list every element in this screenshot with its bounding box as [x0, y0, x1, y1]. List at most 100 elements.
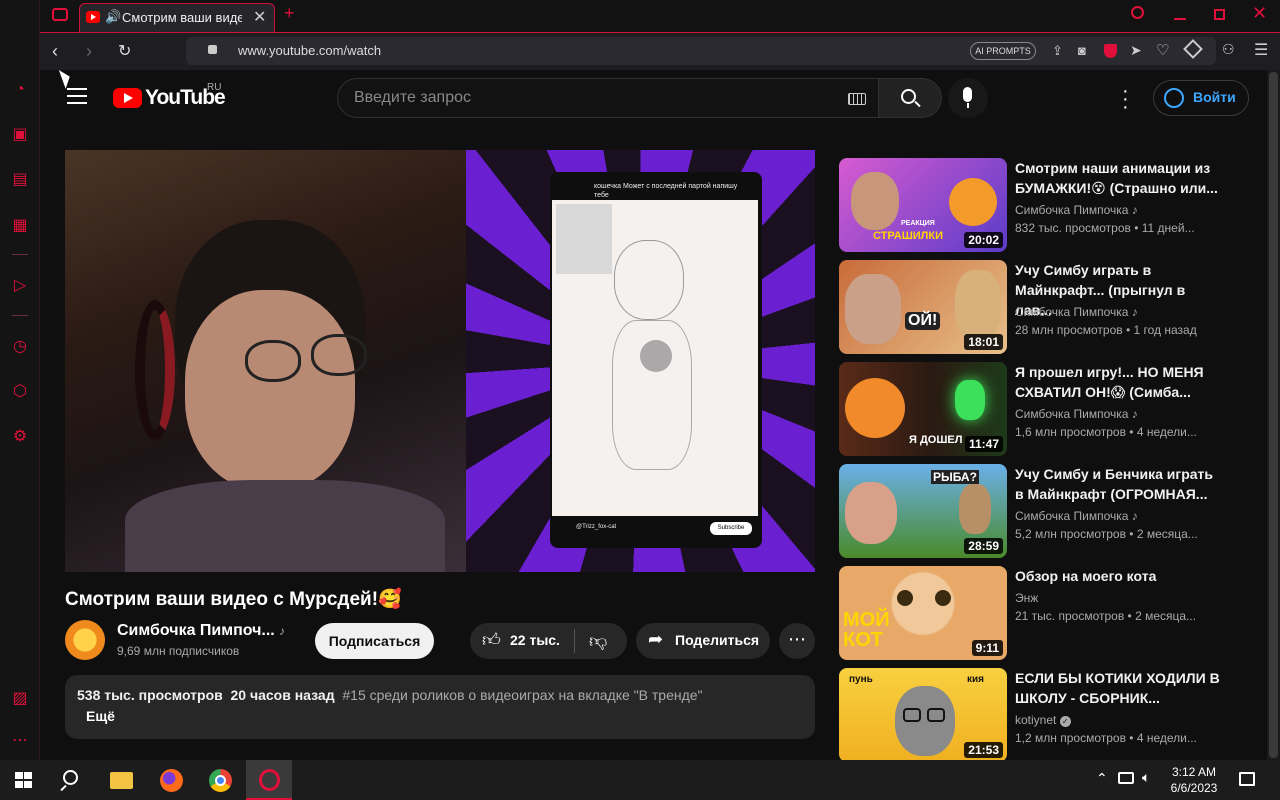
play-icon [640, 340, 672, 372]
tab-close-icon[interactable]: ✕ [253, 7, 266, 27]
settings-menu-icon[interactable]: · · · [1122, 81, 1129, 117]
workspace-icon[interactable] [52, 8, 68, 21]
heart-icon[interactable]: ♡ [1156, 41, 1169, 59]
ai-prompts-button[interactable]: AI PROMPTS [970, 42, 1036, 60]
thumbs-down-icon: 👎︎ [589, 631, 608, 651]
speed-dial-icon[interactable]: ◔ [10, 80, 30, 100]
forward-icon[interactable]: › [86, 41, 92, 62]
related-title[interactable]: Учу Симбу и Бенчика играть в Майнкрафт (… [1015, 464, 1221, 504]
related-thumbnail[interactable]: РЕАКЦИЯ СТРАШИЛКИ 20:02 [839, 158, 1007, 252]
send-icon[interactable]: ➤ [1130, 42, 1142, 59]
related-channel[interactable]: Симбочка Пимпочка ♪ [1015, 509, 1138, 523]
account-icon[interactable]: ⚇ [1222, 41, 1235, 58]
maximize-icon[interactable] [1214, 9, 1225, 20]
description-box[interactable]: 538 тыс. просмотров 20 часов назад #15 с… [65, 675, 815, 739]
related-video[interactable]: РЫБА? 28:59 Учу Симбу и Бенчика играть в… [839, 464, 1239, 558]
search-taskbar-button[interactable] [48, 760, 94, 800]
volume-icon[interactable]: 🔈︎ [1142, 769, 1150, 786]
duration: 9:11 [971, 640, 1003, 656]
start-button[interactable] [0, 760, 46, 800]
search-tabs-icon[interactable] [1131, 6, 1144, 19]
related-thumbnail[interactable]: Я ДОШЕЛ 11:47 [839, 362, 1007, 456]
share-button[interactable]: ➦ Поделиться [636, 623, 770, 659]
share-icon[interactable]: ⇪ [1052, 43, 1063, 59]
channel-name[interactable]: Симбочка Пимпоч... [117, 622, 275, 640]
new-tab-icon[interactable]: + [284, 3, 295, 24]
related-meta: 1,6 млн просмотров • 4 недели... [1015, 425, 1197, 439]
url-field[interactable]: www.youtube.com/watch AI PROMPTS ⇪ ◙ ➤ ♡ [186, 37, 1216, 65]
related-title[interactable]: Смотрим наши анимации из БУМАЖКИ!😵 (Стра… [1015, 158, 1221, 198]
thumb-tag: РЕАКЦИЯ [901, 220, 935, 227]
keyboard-icon[interactable] [848, 93, 866, 105]
search-input[interactable]: Введите запрос [354, 89, 471, 107]
twitch-icon[interactable]: ▤ [10, 170, 30, 190]
subscribe-button[interactable]: Подписаться [315, 623, 434, 659]
related-thumbnail[interactable]: МОЙ КОТ 9:11 [839, 566, 1007, 660]
scrollbar-thumb[interactable] [1269, 72, 1278, 758]
history-icon[interactable]: ◷ [10, 337, 30, 357]
duration: 21:53 [964, 742, 1003, 758]
network-icon[interactable] [1118, 772, 1134, 784]
related-channel[interactable]: Симбочка Пимпочка ♪ [1015, 305, 1138, 319]
notifications-icon[interactable] [1239, 772, 1255, 786]
related-thumbnail[interactable]: пунь кия 21:53 [839, 668, 1007, 760]
related-channel[interactable]: Энж [1015, 591, 1038, 605]
player-icon[interactable]: ▷ [10, 276, 30, 296]
search-box[interactable]: Введите запрос [337, 78, 879, 118]
search-button[interactable] [878, 78, 942, 118]
youtube-page: YouTube RU Введите запрос · · · Войти коше… [41, 70, 1267, 760]
trending-tag[interactable]: #15 среди роликов о видеоиграх на вкладк… [342, 687, 702, 703]
related-thumbnail[interactable]: ОЙ! 18:01 [839, 260, 1007, 354]
file-explorer-button[interactable] [98, 760, 144, 800]
minimize-icon[interactable] [1174, 18, 1186, 20]
related-list: РЕАКЦИЯ СТРАШИЛКИ 20:02 Смотрим наши ани… [839, 158, 1239, 760]
gallery-icon[interactable]: ▨ [10, 689, 30, 709]
menu-icon[interactable] [67, 88, 87, 104]
related-video[interactable]: ОЙ! 18:01 Учу Симбу играть в Майнкрафт..… [839, 260, 1239, 354]
like-button[interactable]: 👍︎ 22 тыс. [470, 623, 574, 659]
tab-youtube[interactable]: 🔊 Смотрим ваши видео с ✕ [79, 3, 275, 32]
youtube-logo[interactable]: YouTube RU [113, 82, 233, 110]
voice-search-button[interactable] [948, 78, 988, 118]
chrome-button[interactable] [197, 760, 243, 800]
shield-icon[interactable] [1104, 44, 1117, 58]
share-label: Поделиться [675, 632, 760, 648]
more-sidebar-icon[interactable]: ⋯ [10, 731, 30, 751]
easy-setup-icon[interactable]: ☰ [1254, 40, 1268, 60]
extensions-icon[interactable]: ⬡ [10, 382, 30, 402]
related-video[interactable]: РЕАКЦИЯ СТРАШИЛКИ 20:02 Смотрим наши ани… [839, 158, 1239, 252]
close-window-icon[interactable]: ✕ [1252, 3, 1267, 24]
back-icon[interactable]: ‹ [52, 41, 58, 62]
related-video[interactable]: пунь кия 21:53 ЕСЛИ БЫ КОТИКИ ХОДИЛИ В Ш… [839, 668, 1239, 760]
related-channel[interactable]: Симбочка Пимпочка ♪ [1015, 407, 1138, 421]
video-player[interactable]: кошечка Может с последней партой напишу … [65, 150, 815, 572]
show-more-link[interactable]: Ещё [86, 708, 115, 724]
thumb-text-b: кия [967, 674, 984, 685]
tab-title: Смотрим ваши видео с [122, 10, 242, 25]
related-title[interactable]: Обзор на моего кота [1015, 566, 1221, 586]
related-channel[interactable]: kotiynet ✓ [1015, 713, 1071, 727]
reload-icon[interactable]: ↻ [118, 41, 131, 61]
speaker-icon[interactable]: 🔊 [105, 9, 121, 25]
sign-in-button[interactable]: Войти [1153, 80, 1249, 116]
related-channel[interactable]: Симбочка Пимпочка ♪ [1015, 203, 1138, 217]
more-actions-button[interactable]: ⋯ [779, 623, 815, 659]
upload-time: 20 часов назад [230, 687, 335, 703]
overlay-subscribe: Subscribe [710, 522, 752, 535]
related-title[interactable]: Я прошел игру!... НО МЕНЯ СХВАТИЛ ОН!😱 (… [1015, 362, 1221, 402]
related-video[interactable]: МОЙ КОТ 9:11 Обзор на моего кота Энж 21 … [839, 566, 1239, 660]
related-thumbnail[interactable]: РЫБА? 28:59 [839, 464, 1007, 558]
opera-taskbar-button[interactable] [246, 760, 292, 800]
firefox-button[interactable] [148, 760, 194, 800]
clock[interactable]: 3:12 AM 6/6/2023 [1164, 764, 1224, 796]
settings-icon[interactable]: ⚙ [10, 427, 30, 447]
channel-avatar[interactable] [65, 620, 105, 660]
related-title[interactable]: ЕСЛИ БЫ КОТИКИ ХОДИЛИ В ШКОЛУ - СБОРНИК.… [1015, 668, 1221, 708]
bag-icon[interactable]: ▣ [10, 125, 30, 145]
related-meta: 28 млн просмотров • 1 год назад [1015, 323, 1197, 337]
chat-icon[interactable]: ▦ [10, 216, 30, 236]
dislike-button[interactable]: 👎︎ [575, 623, 627, 659]
camera-icon[interactable]: ◙ [1078, 43, 1086, 58]
tray-chevron-icon[interactable]: ⌃ [1096, 770, 1108, 787]
related-video[interactable]: Я ДОШЕЛ 11:47 Я прошел игру!... НО МЕНЯ … [839, 362, 1239, 456]
